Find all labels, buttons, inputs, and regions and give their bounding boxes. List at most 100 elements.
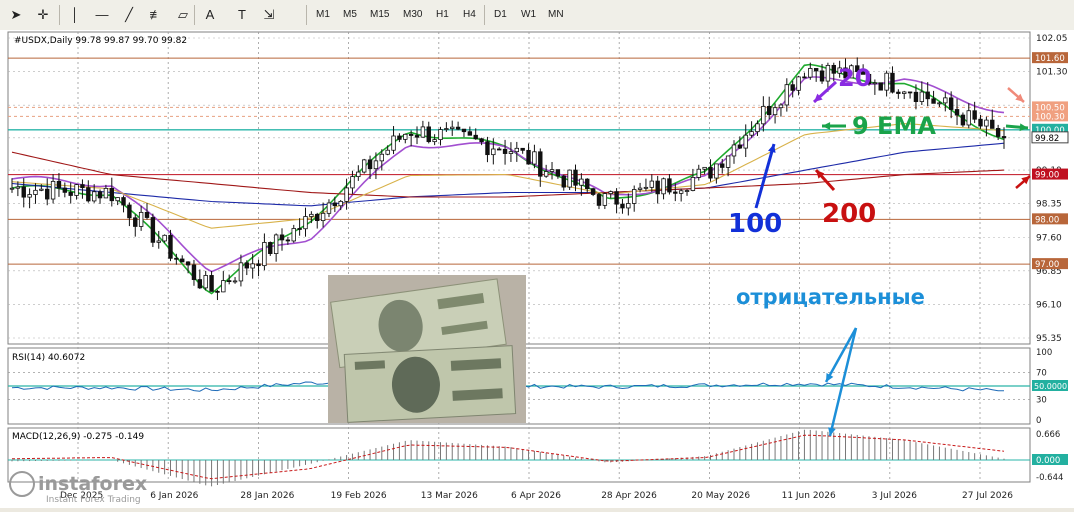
candle-body: [97, 191, 103, 199]
candle-body: [714, 163, 719, 179]
candle-body: [984, 119, 989, 127]
candle-body: [226, 280, 232, 283]
candle-body: [573, 169, 578, 186]
candle-body: [479, 138, 484, 143]
candle-body: [91, 191, 97, 202]
date-axis-label: 13 Mar 2026: [421, 491, 478, 501]
candle-body: [655, 180, 660, 195]
candle-body: [356, 171, 361, 178]
annotation-100: 100: [728, 209, 782, 239]
horizontal-line-icon[interactable]: ―: [92, 4, 112, 26]
candle-body: [978, 118, 983, 127]
timeframe-m1-button[interactable]: M1: [312, 4, 334, 26]
timeframe-w1-button[interactable]: W1: [517, 4, 540, 26]
candle-body: [385, 149, 390, 155]
candle-body: [150, 217, 156, 243]
candle-body: [590, 188, 596, 195]
cursor-icon[interactable]: ➤: [6, 4, 26, 26]
candle-body: [496, 148, 502, 151]
candle-body: [890, 72, 895, 93]
candle-body: [115, 197, 120, 202]
timeframe-h4-button[interactable]: H4: [459, 4, 480, 26]
candle-body: [596, 194, 602, 206]
candle-body: [80, 184, 85, 189]
candle-body: [238, 262, 244, 282]
candle-body: [438, 129, 443, 140]
channel-icon[interactable]: ▱: [173, 4, 193, 26]
rsi-axis-label: 30: [1036, 396, 1047, 406]
candle-body: [39, 188, 44, 191]
timeframe-m30-button[interactable]: M30: [399, 4, 426, 26]
candle-body: [467, 131, 473, 136]
candle-body: [285, 239, 291, 242]
level-tag-label: 101.60: [1035, 54, 1065, 64]
candle-body: [825, 64, 831, 82]
candle-body: [813, 68, 819, 72]
candle-body: [379, 153, 384, 162]
date-axis-label: 20 May 2026: [691, 491, 750, 501]
candle-body: [9, 187, 15, 190]
current-price-label: 99.82: [1035, 134, 1059, 144]
candle-body: [221, 280, 226, 293]
fibonacci-icon[interactable]: ≢: [146, 4, 166, 26]
candle-body: [344, 187, 349, 202]
candle-body: [913, 91, 919, 102]
candle-body: [925, 91, 930, 100]
candle-body: [872, 82, 878, 85]
candle-body: [561, 175, 566, 188]
candle-body: [15, 186, 21, 189]
candle-body: [514, 147, 520, 153]
candle-body: [878, 82, 883, 91]
candle-body: [790, 84, 795, 91]
candle-body: [649, 180, 655, 188]
candle-body: [831, 64, 836, 74]
candle-body: [549, 169, 555, 172]
candle-body: [673, 191, 678, 194]
candle-body: [268, 242, 273, 254]
trendline-icon[interactable]: ╱: [119, 4, 139, 26]
macd-label: MACD(12,26,9) -0.275 -0.149: [12, 432, 144, 442]
candle-body: [232, 280, 238, 283]
candle-body: [543, 171, 549, 177]
candle-body: [972, 110, 977, 120]
candle-body: [203, 275, 208, 289]
candle-body: [954, 109, 960, 116]
level-tag-label: 97.00: [1035, 260, 1059, 270]
date-axis-label: 6 Apr 2026: [511, 491, 561, 501]
timeframe-mn-button[interactable]: MN: [544, 4, 568, 26]
candle-body: [567, 169, 572, 188]
candle-body: [808, 68, 813, 78]
candle-body: [960, 114, 966, 126]
candle-body: [45, 188, 50, 200]
timeframe-d1-button[interactable]: D1: [490, 4, 511, 26]
candle-body: [702, 166, 707, 170]
candle-body: [309, 213, 314, 217]
arrows-icon[interactable]: ⇲: [259, 4, 279, 26]
text-icon[interactable]: A: [200, 4, 220, 26]
candle-body: [990, 119, 995, 129]
timeframe-m5-button[interactable]: M5: [339, 4, 361, 26]
date-axis-label: 28 Jan 2026: [240, 491, 294, 501]
level-tag-label: 100.30: [1035, 112, 1065, 122]
text-label-icon[interactable]: T: [232, 4, 252, 26]
candle-body: [725, 155, 731, 168]
chart-canvas[interactable]: 102.05101.30100.5599.8299.1098.3597.6096…: [0, 30, 1074, 508]
candle-body: [502, 148, 508, 154]
rsi-axis-label: 0: [1036, 416, 1041, 426]
price-axis-label: 98.35: [1036, 200, 1062, 210]
candle-body: [444, 128, 449, 130]
crosshair-icon[interactable]: ✛: [33, 4, 53, 26]
candle-body: [778, 104, 784, 109]
vertical-line-icon[interactable]: │: [65, 4, 85, 26]
price-axis-label: 96.10: [1036, 300, 1062, 310]
candle-body: [761, 105, 766, 125]
watermark-tagline: Instant Forex Trading: [46, 495, 141, 505]
timeframe-m15-button[interactable]: M15: [366, 4, 393, 26]
candle-body: [297, 228, 302, 230]
chart-window[interactable]: 102.05101.30100.5599.8299.1098.3597.6096…: [0, 30, 1074, 508]
candle-body: [461, 128, 467, 133]
candle-body: [397, 135, 402, 140]
candle-body: [27, 194, 32, 198]
candle-body: [432, 139, 437, 143]
timeframe-h1-button[interactable]: H1: [432, 4, 453, 26]
